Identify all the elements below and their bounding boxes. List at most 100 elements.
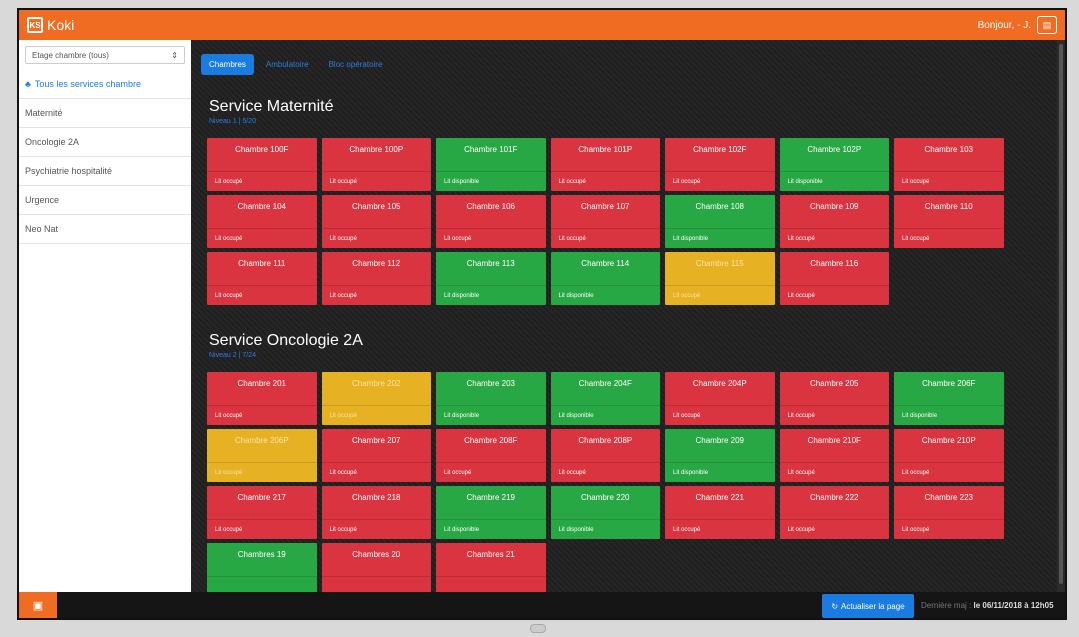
room-name: Chambre 202 [352, 379, 401, 388]
sidebar-item-urgence[interactable]: Urgence [19, 186, 191, 215]
room-name: Chambres 19 [237, 550, 286, 559]
room-name: Chambre 103 [924, 145, 973, 154]
room-card[interactable]: Chambre 102P Lit disponible [779, 138, 889, 191]
room-status: Lit occupé [321, 519, 431, 539]
room-card[interactable]: Chambre 115 Lit occupé [665, 252, 775, 305]
room-name: Chambre 208P [578, 436, 633, 445]
room-status: Lit disponible [436, 171, 546, 191]
room-card[interactable]: Chambre 101P Lit occupé [550, 138, 660, 191]
room-card[interactable]: Chambre 206P Lit occupé [207, 429, 317, 482]
room-status: Lit occupé [207, 171, 317, 191]
select-arrows-icon: ⇕ [171, 50, 178, 60]
room-card[interactable]: Chambre 204P Lit occupé [665, 372, 775, 425]
room-card[interactable]: Chambre 205 Lit occupé [779, 372, 889, 425]
last-update: Dernière maj : le 06/11/2018 à 12h05 [921, 601, 1054, 610]
room-status: Lit occupé [894, 519, 1004, 539]
room-status: Lit disponible [550, 285, 660, 305]
room-card[interactable]: Chambres 20 [321, 543, 431, 592]
room-card[interactable]: Chambre 100F Lit occupé [207, 138, 317, 191]
scrollbar[interactable] [1057, 40, 1065, 592]
room-name: Chambre 105 [352, 202, 401, 211]
scrollbar-thumb[interactable] [1059, 44, 1063, 584]
room-card[interactable]: Chambre 210F Lit occupé [779, 429, 889, 482]
sidebar-item-all-services[interactable]: ♣ Tous les services chambre [19, 70, 191, 99]
room-name: Chambre 100F [235, 145, 289, 154]
greeting[interactable]: Bonjour, - J. [978, 20, 1031, 31]
room-card[interactable]: Chambres 21 [436, 543, 546, 592]
sidebar-item-neo-nat[interactable]: Neo Nat [19, 215, 191, 244]
room-card[interactable]: Chambre 221 Lit occupé [665, 486, 775, 539]
room-card[interactable]: Chambre 109 Lit occupé [779, 195, 889, 248]
tab-ambulatoire[interactable]: Ambulatoire [258, 54, 317, 75]
room-name: Chambre 101P [578, 145, 633, 154]
brand[interactable]: KS Koki [27, 17, 74, 33]
room-card[interactable]: Chambre 103 Lit occupé [894, 138, 1004, 191]
last-update-value: le 06/11/2018 à 12h05 [973, 601, 1054, 610]
room-card[interactable]: Chambre 207 Lit occupé [321, 429, 431, 482]
monitor-logo-icon [530, 624, 546, 633]
room-card[interactable]: Chambre 104 Lit occupé [207, 195, 317, 248]
room-card[interactable]: Chambre 208F Lit occupé [436, 429, 546, 482]
room-card[interactable]: Chambre 206F Lit disponible [894, 372, 1004, 425]
room-card[interactable]: Chambre 100P Lit occupé [321, 138, 431, 191]
room-card[interactable]: Chambre 217 Lit occupé [207, 486, 317, 539]
room-name: Chambre 107 [581, 202, 630, 211]
room-card[interactable]: Chambre 223 Lit occupé [894, 486, 1004, 539]
room-card[interactable]: Chambre 218 Lit occupé [321, 486, 431, 539]
room-card[interactable]: Chambre 209 Lit disponible [665, 429, 775, 482]
room-card[interactable]: Chambre 210P Lit occupé [894, 429, 1004, 482]
room-card[interactable]: Chambre 101F Lit disponible [436, 138, 546, 191]
room-card[interactable]: Chambre 112 Lit occupé [321, 252, 431, 305]
room-card[interactable]: Chambre 111 Lit occupé [207, 252, 317, 305]
room-name: Chambre 207 [352, 436, 401, 445]
sidebar-item-oncologie[interactable]: Oncologie 2A [19, 128, 191, 157]
room-status: Lit occupé [665, 171, 775, 191]
room-status: Lit disponible [436, 405, 546, 425]
floor-select[interactable]: Etage chambre (tous) ⇕ [25, 46, 185, 64]
room-status: Lit occupé [779, 228, 889, 248]
room-card[interactable]: Chambre 202 Lit occupé [321, 372, 431, 425]
main-content: Chambres Ambulatoire Bloc opératoire Ser… [191, 40, 1065, 592]
room-status: Lit occupé [665, 405, 775, 425]
room-name: Chambre 204F [578, 379, 632, 388]
room-name: Chambre 203 [466, 379, 515, 388]
user-menu-button[interactable]: ▤ [1037, 16, 1057, 34]
room-status: Lit occupé [779, 519, 889, 539]
room-card[interactable]: Chambre 106 Lit occupé [436, 195, 546, 248]
room-status: Lit occupé [894, 171, 1004, 191]
refresh-button[interactable]: ↻ Actualiser la page [822, 594, 914, 618]
room-card[interactable]: Chambre 220 Lit disponible [550, 486, 660, 539]
room-card[interactable]: Chambre 114 Lit disponible [550, 252, 660, 305]
app-title: Koki [47, 17, 75, 33]
image-icon: ▣ [32, 599, 44, 612]
room-card[interactable]: Chambre 116 Lit occupé [779, 252, 889, 305]
room-card[interactable]: Chambre 108 Lit disponible [665, 195, 775, 248]
room-card[interactable]: Chambre 208P Lit occupé [550, 429, 660, 482]
room-name: Chambre 220 [581, 493, 630, 502]
room-card[interactable]: Chambre 107 Lit occupé [550, 195, 660, 248]
room-card[interactable]: Chambre 203 Lit disponible [436, 372, 546, 425]
image-button[interactable]: ▣ [19, 592, 57, 618]
room-card[interactable]: Chambre 105 Lit occupé [321, 195, 431, 248]
room-card[interactable]: Chambre 219 Lit disponible [436, 486, 546, 539]
room-status: Lit occupé [550, 462, 660, 482]
room-card[interactable]: Chambre 222 Lit occupé [779, 486, 889, 539]
service-header: Service Maternité Niveau 1 | 5/20 [209, 98, 334, 125]
room-card[interactable]: Chambre 110 Lit occupé [894, 195, 1004, 248]
room-card[interactable]: Chambre 102F Lit occupé [665, 138, 775, 191]
room-card[interactable]: Chambre 204F Lit disponible [550, 372, 660, 425]
room-status: Lit occupé [550, 228, 660, 248]
room-status: Lit disponible [436, 519, 546, 539]
room-name: Chambre 217 [237, 493, 286, 502]
room-name: Chambre 201 [237, 379, 286, 388]
room-name: Chambre 100P [349, 145, 404, 154]
room-card[interactable]: Chambres 19 [207, 543, 317, 592]
sidebar-item-psychiatrie[interactable]: Psychiatrie hospitalité [19, 157, 191, 186]
sidebar-item-maternite[interactable]: Maternité [19, 99, 191, 128]
room-name: Chambre 108 [695, 202, 744, 211]
room-status: Lit disponible [779, 171, 889, 191]
tab-chambres[interactable]: Chambres [201, 54, 254, 75]
room-card[interactable]: Chambre 201 Lit occupé [207, 372, 317, 425]
tab-bloc-operatoire[interactable]: Bloc opératoire [321, 54, 391, 75]
room-card[interactable]: Chambre 113 Lit disponible [436, 252, 546, 305]
